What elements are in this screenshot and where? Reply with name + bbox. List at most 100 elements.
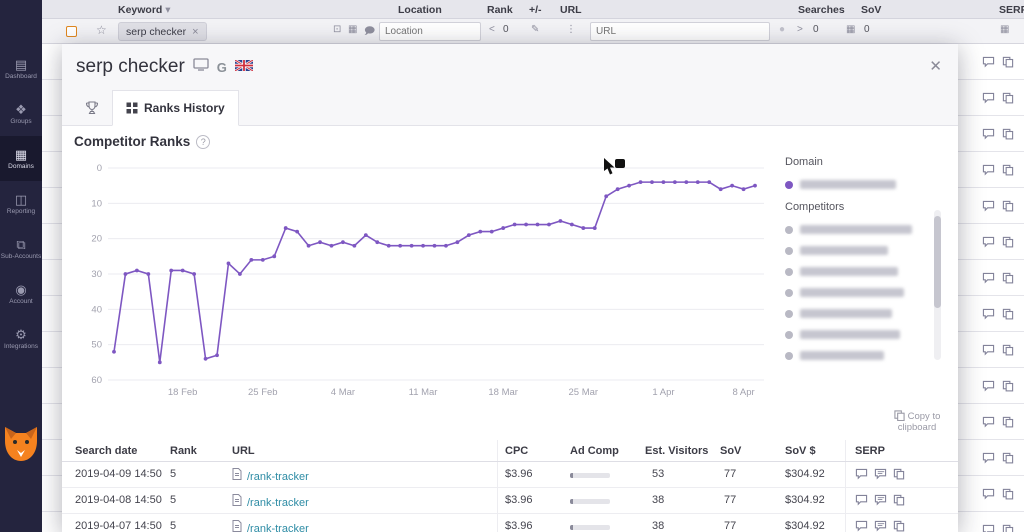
accuranker-logo[interactable] [3, 423, 39, 468]
copy-icon[interactable] [1002, 55, 1014, 73]
copy-icon[interactable] [1002, 487, 1014, 505]
comment-icon[interactable] [982, 163, 995, 181]
help-icon[interactable]: ? [196, 135, 210, 149]
copy-icon[interactable] [1002, 451, 1014, 469]
desktop-icon[interactable]: ⊡ [333, 24, 341, 35]
sidebar-item-reporting[interactable]: ◫Reporting [0, 181, 42, 226]
comment-icon[interactable] [982, 415, 995, 433]
copy-icon[interactable] [1002, 235, 1014, 253]
searches-filter-value[interactable]: 0 [813, 24, 819, 35]
copy-icon[interactable] [1002, 307, 1014, 325]
more-options-icon[interactable]: ⋮ [566, 24, 576, 35]
comment-icon[interactable] [982, 379, 995, 397]
edit-icon[interactable]: ✎ [531, 24, 539, 35]
copy-icon[interactable] [1002, 379, 1014, 397]
masked-competitor-name [800, 330, 900, 339]
url-link[interactable]: /rank-tracker [247, 497, 309, 509]
comment-lines-icon[interactable] [874, 468, 887, 483]
column-header-plusminus[interactable]: +/- [529, 4, 542, 16]
scrollbar-thumb[interactable] [934, 216, 941, 308]
copy-icon[interactable] [1002, 343, 1014, 361]
copy-icon[interactable] [893, 520, 905, 532]
copy-icon[interactable] [893, 468, 905, 483]
select-checkbox-icon[interactable] [66, 26, 77, 37]
sidebar-item-groups[interactable]: ❖Groups [0, 91, 42, 136]
comment-icon[interactable] [982, 523, 995, 532]
copy-icon[interactable] [1002, 271, 1014, 289]
serp-cell-icons [982, 487, 1014, 505]
comment-icon[interactable] [982, 127, 995, 145]
column-header-searches[interactable]: Searches [798, 4, 845, 16]
comment-icon[interactable] [982, 487, 995, 505]
serp-cell-icons [855, 468, 905, 483]
grid-icon[interactable]: ▦ [846, 24, 855, 35]
copy-icon[interactable] [1002, 199, 1014, 217]
close-icon[interactable]: ✕ [929, 57, 942, 75]
less-than-icon[interactable]: < [489, 24, 495, 35]
column-header-location[interactable]: Location [398, 4, 442, 16]
copy-icon[interactable] [1002, 127, 1014, 145]
svg-text:4 Mar: 4 Mar [331, 387, 355, 398]
comment-lines-icon[interactable] [874, 494, 887, 509]
comment-icon[interactable] [982, 199, 995, 217]
comment-icon[interactable] [982, 451, 995, 469]
comment-icon[interactable] [982, 55, 995, 73]
legend-competitor-item[interactable] [785, 324, 957, 345]
sov-filter-value[interactable]: 0 [864, 24, 870, 35]
comment-icon[interactable] [982, 235, 995, 253]
copy-icon[interactable] [1002, 91, 1014, 109]
comment-icon[interactable] [982, 307, 995, 325]
comment-icon[interactable] [982, 271, 995, 289]
comment-icon[interactable] [855, 494, 868, 509]
serp-cell-icons [982, 163, 1014, 181]
location-filter-input[interactable] [379, 22, 481, 41]
columns-icon[interactable]: ▦ [1000, 24, 1009, 35]
column-header-rank[interactable]: Rank [487, 4, 513, 16]
keyword-filter-chip[interactable]: serp checker × [118, 22, 207, 41]
legend-competitor-item[interactable] [785, 282, 957, 303]
column-header-serp[interactable]: SERP [999, 4, 1024, 16]
copy-icon[interactable] [1002, 415, 1014, 433]
sort-caret-icon: ▾ [165, 4, 170, 16]
legend-competitor-item[interactable] [785, 345, 957, 366]
svg-text:30: 30 [91, 269, 102, 280]
comment-icon[interactable]: 🗩 [364, 24, 375, 41]
copy-to-clipboard-button[interactable]: Copy to clipboard [874, 410, 958, 433]
sidebar-item-integrations[interactable]: ⚙Integrations [0, 316, 42, 361]
copy-icon[interactable] [1002, 523, 1014, 532]
remove-chip-icon[interactable]: × [192, 26, 198, 38]
serp-cell-icons [982, 415, 1014, 433]
legend-competitor-item[interactable] [785, 303, 957, 324]
column-header-keyword[interactable]: Keyword ▾ [118, 4, 171, 16]
copy-icon[interactable] [1002, 163, 1014, 181]
greater-than-icon[interactable]: > [797, 24, 803, 35]
sidebar-item-account[interactable]: ◉Account [0, 271, 42, 316]
sov-cell: 77 [724, 494, 736, 506]
tab-competitors[interactable] [72, 90, 112, 125]
legend-competitor-item[interactable] [785, 240, 957, 261]
star-icon[interactable]: ☆ [96, 23, 107, 37]
grid-icon[interactable]: ▦ [348, 24, 357, 35]
column-header-url[interactable]: URL [560, 4, 582, 16]
svg-text:18 Mar: 18 Mar [488, 387, 518, 398]
sidebar-item-sub-accounts[interactable]: ⧉Sub-Accounts [0, 226, 42, 271]
tab-ranks-history[interactable]: Ranks History [112, 90, 239, 126]
sidebar-item-dashboard[interactable]: ▤Dashboard [0, 46, 42, 91]
comment-icon[interactable] [982, 91, 995, 109]
legend-competitor-item[interactable] [785, 261, 957, 282]
rank-filter-value[interactable]: 0 [503, 24, 509, 35]
copy-icon[interactable] [893, 494, 905, 509]
url-link[interactable]: /rank-tracker [247, 523, 309, 532]
comment-lines-icon[interactable] [874, 520, 887, 532]
legend-competitor-item[interactable] [785, 219, 957, 240]
comment-icon[interactable] [982, 343, 995, 361]
comment-icon[interactable] [855, 468, 868, 483]
url-link[interactable]: /rank-tracker [247, 471, 309, 483]
legend-scrollbar[interactable] [934, 210, 941, 360]
legend-domain-item[interactable] [785, 174, 957, 195]
comment-icon[interactable] [855, 520, 868, 532]
column-header-sov[interactable]: SoV [861, 4, 881, 16]
url-filter-input[interactable] [590, 22, 770, 41]
keyword-chip-label: serp checker [126, 26, 186, 38]
sidebar-item-domains[interactable]: ▦Domains [0, 136, 42, 181]
